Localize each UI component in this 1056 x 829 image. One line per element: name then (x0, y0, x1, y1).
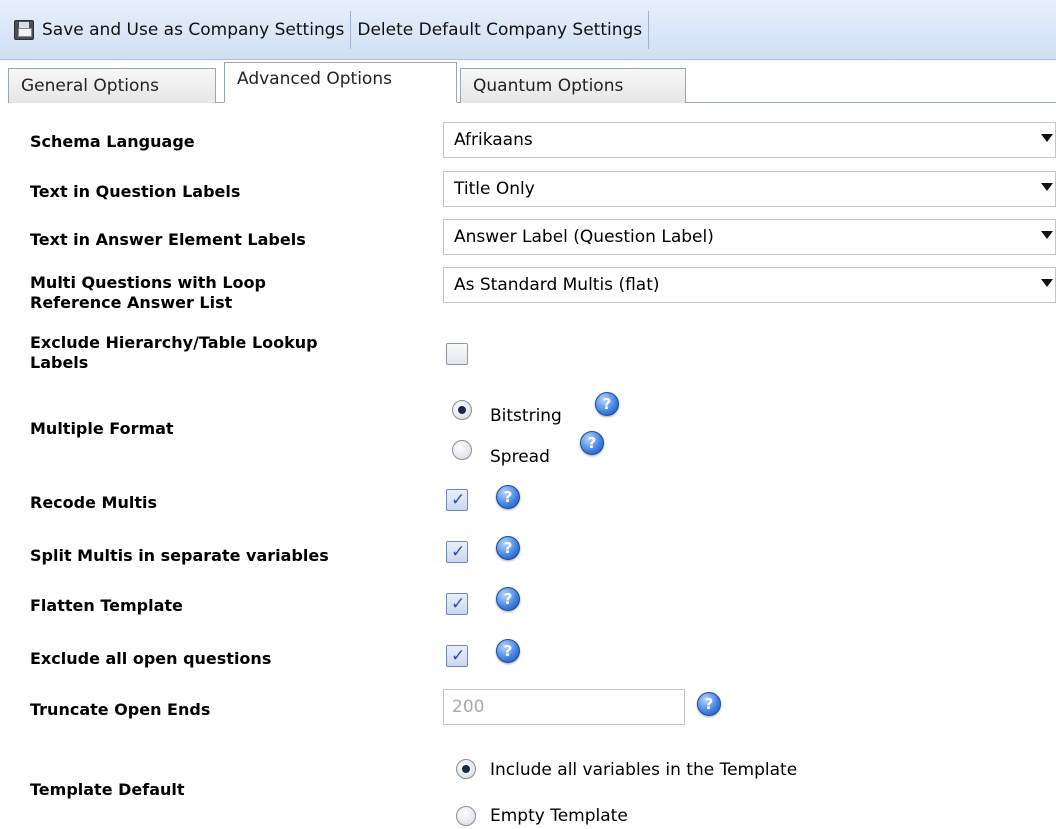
tab-general-options[interactable]: General Options (8, 68, 216, 103)
flatten-template-checkbox[interactable]: ✓ (446, 593, 468, 615)
multi-loop-value: As Standard Multis (flat) (454, 275, 660, 295)
chevron-down-icon (1041, 279, 1053, 287)
include-all-variables-label: Include all variables in the Template (490, 760, 798, 780)
multi-loop-label-line1: Multi Questions with Loop (30, 273, 266, 292)
truncate-open-ends-input[interactable]: 200 (443, 689, 685, 725)
toolbar: Save and Use as Company Settings Delete … (0, 0, 1056, 60)
schema-language-value: Afrikaans (454, 130, 533, 150)
template-default-label: Template Default (30, 780, 185, 799)
delete-button-label: Delete Default Company Settings (357, 19, 643, 40)
tab-bar: General Options Advanced Options Quantum… (8, 62, 1056, 103)
schema-language-select[interactable]: Afrikaans (443, 122, 1056, 158)
check-icon: ✓ (451, 490, 466, 510)
help-icon[interactable]: ? (496, 536, 520, 560)
exclude-hierarchy-label-line2: Labels (30, 353, 89, 372)
spread-label: Spread (490, 447, 550, 467)
help-icon[interactable]: ? (496, 639, 520, 663)
help-icon[interactable]: ? (697, 692, 721, 716)
help-icon[interactable]: ? (595, 392, 619, 416)
help-icon[interactable]: ? (496, 485, 520, 509)
answer-labels-select[interactable]: Answer Label (Question Label) (443, 219, 1056, 255)
check-icon: ✓ (451, 542, 466, 562)
chevron-down-icon (1041, 183, 1053, 191)
bitstring-radio[interactable] (452, 400, 472, 420)
chevron-down-icon (1041, 134, 1053, 142)
spread-radio[interactable] (452, 440, 472, 460)
chevron-down-icon (1041, 231, 1053, 239)
multi-loop-label: Multi Questions with Loop Reference Answ… (30, 273, 430, 313)
delete-company-settings-button[interactable]: Delete Default Company Settings (351, 10, 650, 49)
tab-quantum-options[interactable]: Quantum Options (460, 68, 686, 103)
recode-multis-label: Recode Multis (30, 493, 157, 512)
bitstring-label: Bitstring (490, 406, 562, 426)
truncate-open-ends-label: Truncate Open Ends (30, 700, 211, 719)
recode-multis-checkbox[interactable]: ✓ (446, 489, 468, 511)
split-multis-label: Split Multis in separate variables (30, 546, 329, 565)
empty-template-label: Empty Template (490, 806, 628, 826)
check-icon: ✓ (451, 594, 466, 614)
exclude-hierarchy-label-line1: Exclude Hierarchy/Table Lookup (30, 333, 318, 352)
save-company-settings-button[interactable]: Save and Use as Company Settings (8, 10, 352, 49)
save-icon (14, 19, 34, 40)
empty-template-radio[interactable] (456, 806, 476, 826)
split-multis-checkbox[interactable]: ✓ (446, 541, 468, 563)
exclude-open-label: Exclude all open questions (30, 649, 272, 668)
schema-language-label: Schema Language (30, 132, 195, 151)
question-labels-select[interactable]: Title Only (443, 171, 1056, 207)
multiple-format-label: Multiple Format (30, 419, 174, 438)
multi-loop-label-line2: Reference Answer List (30, 293, 233, 312)
question-labels-value: Title Only (454, 179, 535, 199)
check-icon: ✓ (451, 646, 466, 666)
help-icon[interactable]: ? (580, 431, 604, 455)
exclude-open-checkbox[interactable]: ✓ (446, 645, 468, 667)
tab-advanced-options[interactable]: Advanced Options (224, 62, 457, 103)
answer-labels-value: Answer Label (Question Label) (454, 227, 714, 247)
answer-labels-label: Text in Answer Element Labels (30, 230, 306, 249)
exclude-hierarchy-label: Exclude Hierarchy/Table Lookup Labels (30, 333, 430, 373)
question-labels-label: Text in Question Labels (30, 182, 241, 201)
save-button-label: Save and Use as Company Settings (42, 19, 345, 40)
include-all-variables-radio[interactable] (456, 759, 476, 779)
help-icon[interactable]: ? (496, 587, 520, 611)
truncate-open-ends-placeholder: 200 (452, 697, 485, 717)
flatten-template-label: Flatten Template (30, 596, 183, 615)
exclude-hierarchy-checkbox[interactable] (446, 343, 468, 365)
multi-loop-select[interactable]: As Standard Multis (flat) (443, 267, 1056, 303)
